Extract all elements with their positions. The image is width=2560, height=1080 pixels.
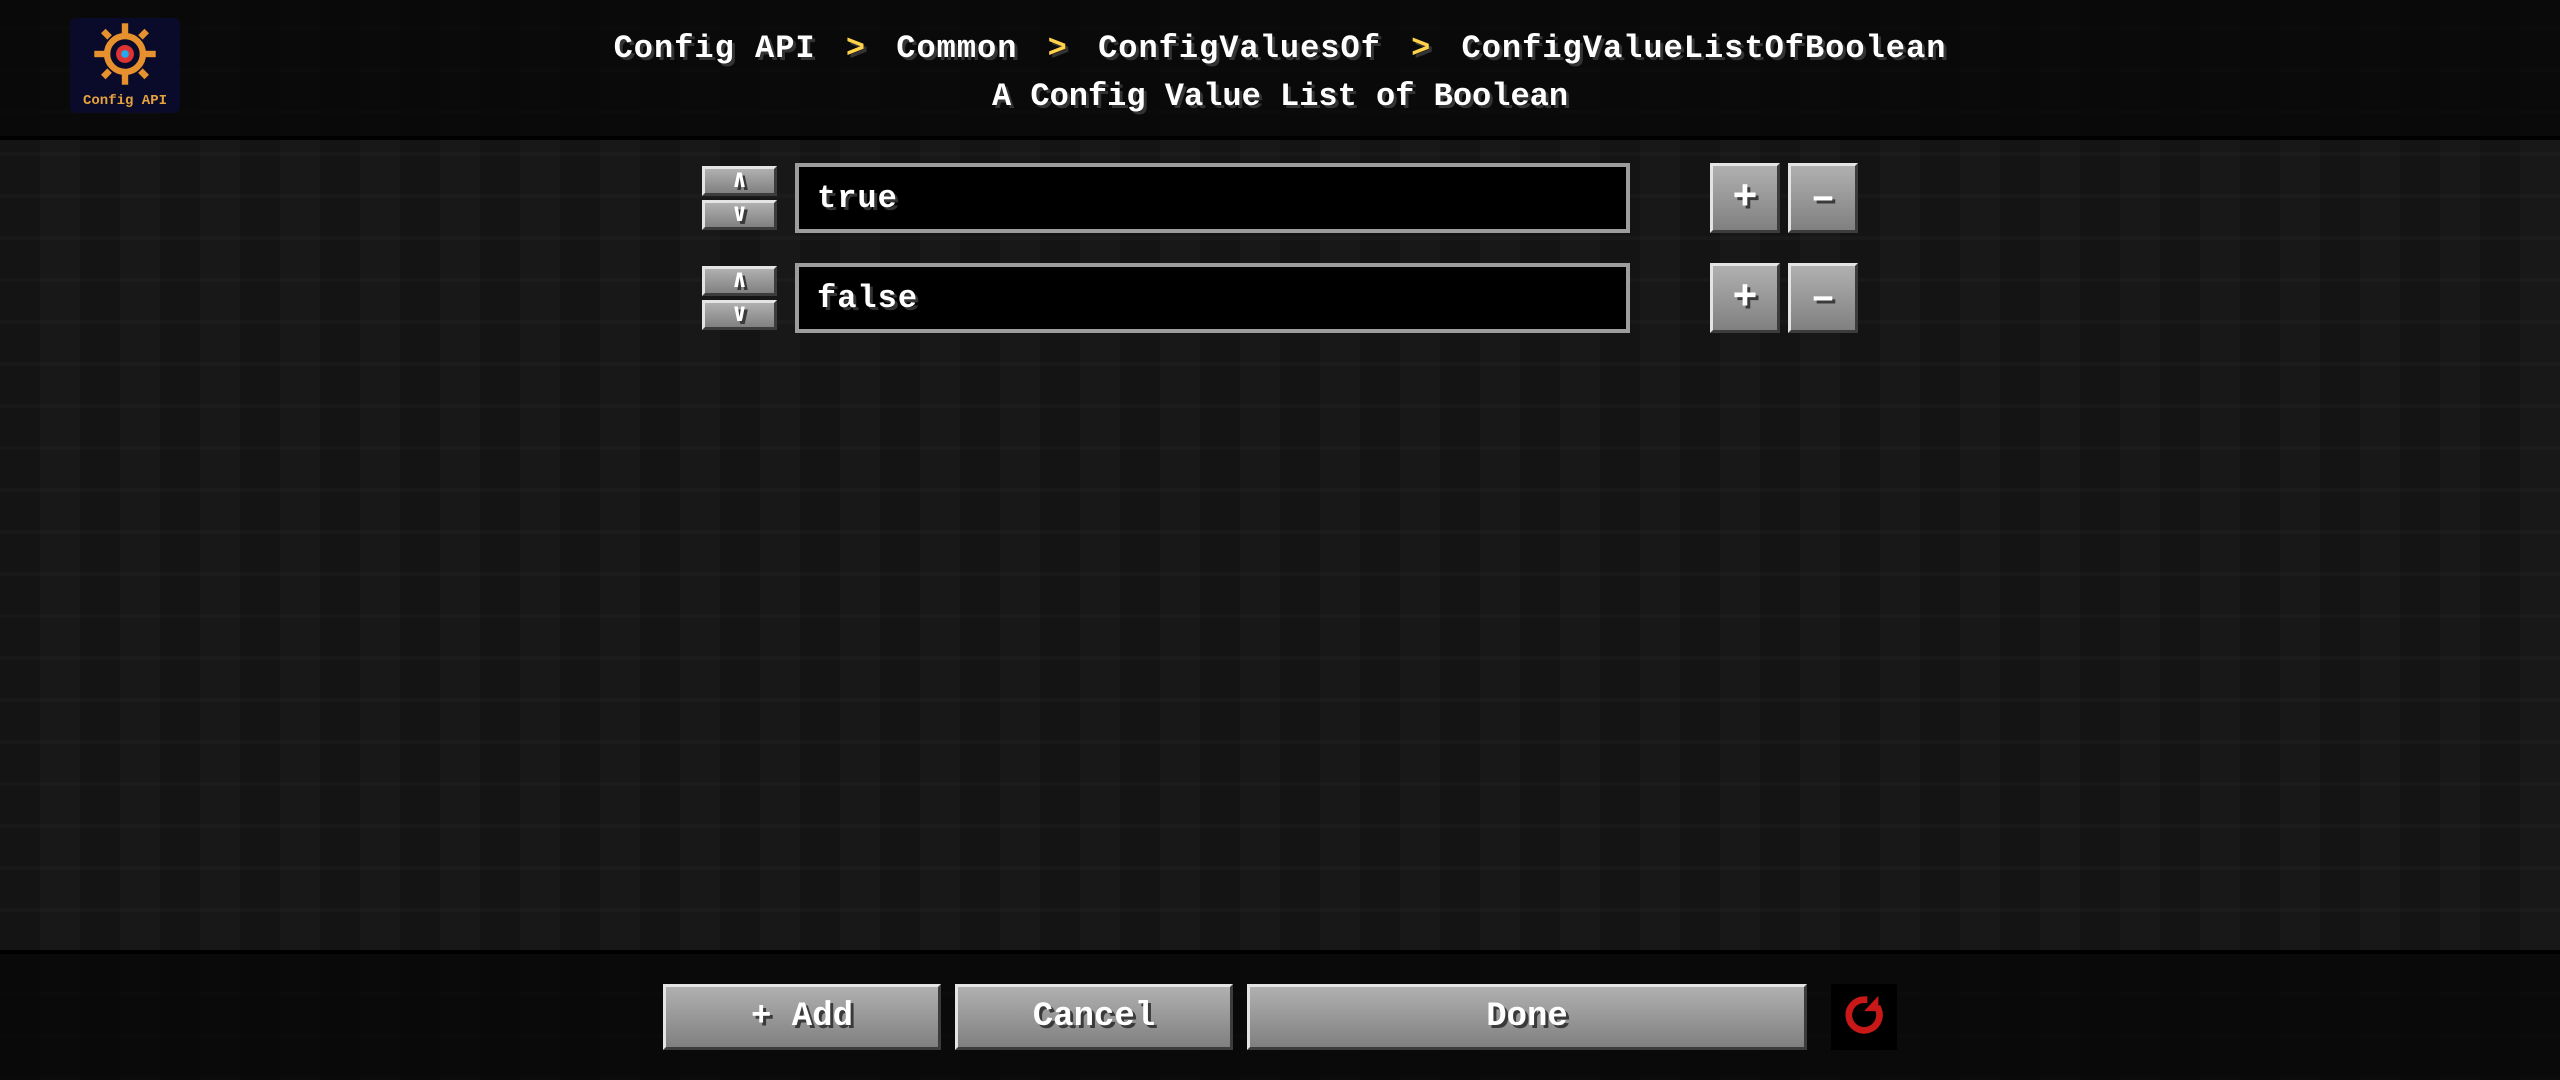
reset-button[interactable] [1831, 984, 1897, 1050]
move-down-button[interactable]: ∨ [702, 300, 777, 330]
value-list: ∧ ∨ true + – ∧ ∨ false + – [0, 140, 2560, 950]
list-item: ∧ ∨ false + – [0, 248, 2560, 348]
value-input[interactable]: false [795, 263, 1630, 333]
value-text: false [817, 280, 918, 317]
move-up-button[interactable]: ∧ [702, 166, 777, 196]
breadcrumb-item: ConfigValueListOfBoolean [1462, 30, 1947, 67]
page-subtitle: A Config Value List of Boolean [0, 78, 2560, 115]
footer-bar: + Add Cancel Done [0, 950, 2560, 1080]
chevron-right-icon: > [846, 30, 866, 67]
reset-icon [1841, 992, 1887, 1043]
insert-button[interactable]: + [1710, 263, 1780, 333]
add-button[interactable]: + Add [663, 984, 941, 1050]
breadcrumb-item[interactable]: Config API [614, 30, 816, 67]
move-up-button[interactable]: ∧ [702, 266, 777, 296]
chevron-right-icon: > [1411, 30, 1431, 67]
done-button[interactable]: Done [1247, 984, 1807, 1050]
chevron-right-icon: > [1048, 30, 1068, 67]
header-bar: Config API Config API > Common > ConfigV… [0, 0, 2560, 140]
list-item: ∧ ∨ true + – [0, 148, 2560, 248]
remove-button[interactable]: – [1788, 163, 1858, 233]
move-down-button[interactable]: ∨ [702, 200, 777, 230]
remove-button[interactable]: – [1788, 263, 1858, 333]
breadcrumb-item[interactable]: Common [896, 30, 1017, 67]
cancel-button[interactable]: Cancel [955, 984, 1233, 1050]
insert-button[interactable]: + [1710, 163, 1780, 233]
value-input[interactable]: true [795, 163, 1630, 233]
breadcrumb-item[interactable]: ConfigValuesOf [1098, 30, 1381, 67]
breadcrumb: Config API > Common > ConfigValuesOf > C… [0, 30, 2560, 67]
value-text: true [817, 180, 898, 217]
